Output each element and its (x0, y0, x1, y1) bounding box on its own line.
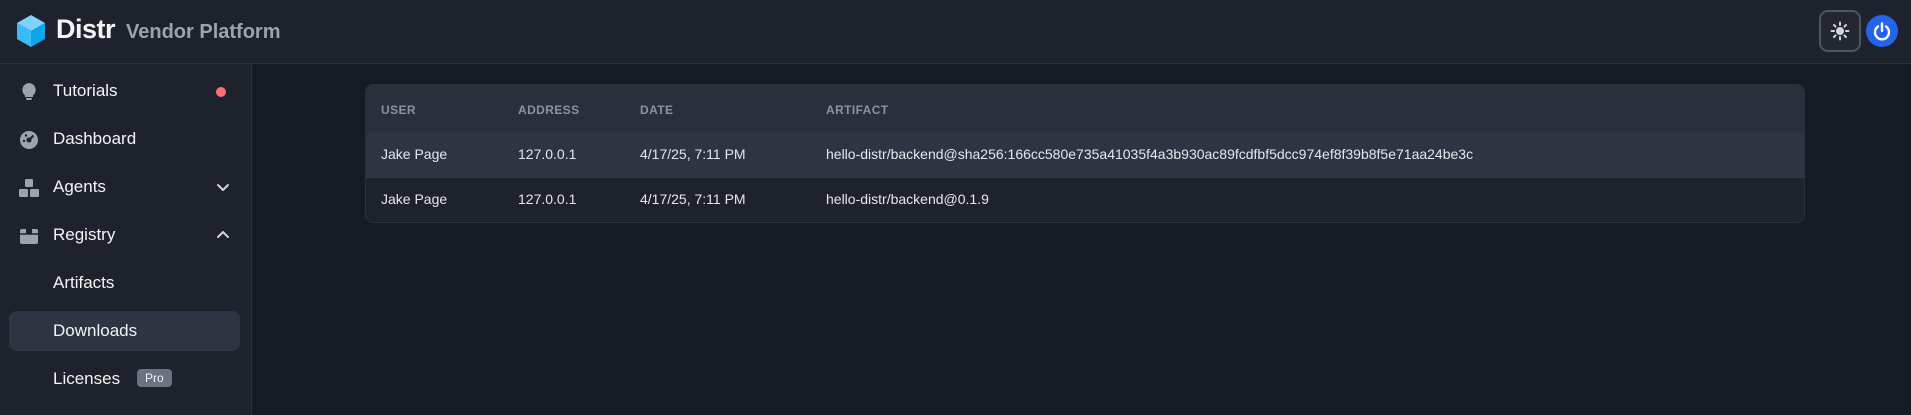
cell-artifact: hello-distr/backend@0.1.9 (826, 191, 989, 207)
platform-subtitle: Vendor Platform (126, 21, 281, 43)
sun-icon (1830, 21, 1850, 41)
cell-date: 4/17/25, 7:11 PM (640, 146, 746, 162)
cell-date: 4/17/25, 7:11 PM (640, 191, 746, 207)
table-row[interactable]: Jake Page 127.0.0.1 4/17/25, 7:11 PM hel… (366, 133, 1804, 178)
sidebar-item-label: Dashboard (53, 129, 137, 148)
chevron-up-icon (217, 231, 229, 238)
top-header: Distr Vendor Platform (0, 0, 1911, 64)
sidebar-item-agents[interactable]: Agents (9, 167, 240, 207)
column-header-address: ADDRESS (518, 103, 580, 117)
sidebar-item-label: Registry (53, 225, 116, 244)
sidebar-item-label: Artifacts (53, 273, 115, 292)
sidebar-item-tutorials[interactable]: Tutorials (9, 71, 240, 111)
table-header: USER ADDRESS DATE ARTIFACT (366, 85, 1804, 133)
brand-name[interactable]: Distr (56, 14, 116, 45)
sidebar-item-label: Tutorials (53, 81, 118, 100)
theme-toggle-button[interactable] (1819, 10, 1861, 52)
column-header-artifact: ARTIFACT (826, 103, 889, 117)
notification-dot (216, 87, 226, 97)
lightbulb-icon (22, 83, 36, 100)
sidebar-item-label: Downloads (53, 321, 138, 340)
sidebar-item-label: Licenses (53, 369, 121, 388)
dashboard-gauge-icon (20, 131, 38, 149)
sidebar-item-dashboard[interactable]: Dashboard (9, 119, 240, 159)
sidebar-item-label: Agents (53, 177, 106, 196)
sidebar-item-artifacts[interactable]: Artifacts (9, 263, 240, 303)
cell-user: Jake Page (381, 146, 448, 162)
downloads-table: USER ADDRESS DATE ARTIFACT Jake Page 127… (365, 84, 1805, 223)
table-row[interactable]: Jake Page 127.0.0.1 4/17/25, 7:11 PM hel… (366, 178, 1804, 222)
column-header-date: DATE (640, 103, 674, 117)
sidebar: Tutorials Dashboard Agents Registry Arti… (0, 64, 252, 415)
cell-address: 127.0.0.1 (518, 146, 577, 162)
sidebar-item-downloads[interactable]: Downloads (9, 311, 240, 351)
cell-artifact: hello-distr/backend@sha256:166cc580e735a… (826, 146, 1474, 162)
power-icon (1873, 22, 1891, 41)
pro-badge: Pro (137, 369, 172, 387)
user-menu-button[interactable] (1866, 15, 1898, 47)
distr-logo-icon[interactable] (16, 14, 46, 48)
box-icon (20, 229, 38, 244)
cubes-icon (19, 179, 39, 197)
column-header-user: USER (381, 103, 416, 117)
cell-user: Jake Page (381, 191, 448, 207)
cell-address: 127.0.0.1 (518, 191, 577, 207)
sidebar-item-registry[interactable]: Registry (9, 215, 240, 255)
sidebar-item-licenses[interactable]: Licenses Pro (9, 359, 240, 399)
chevron-down-icon (217, 184, 229, 191)
